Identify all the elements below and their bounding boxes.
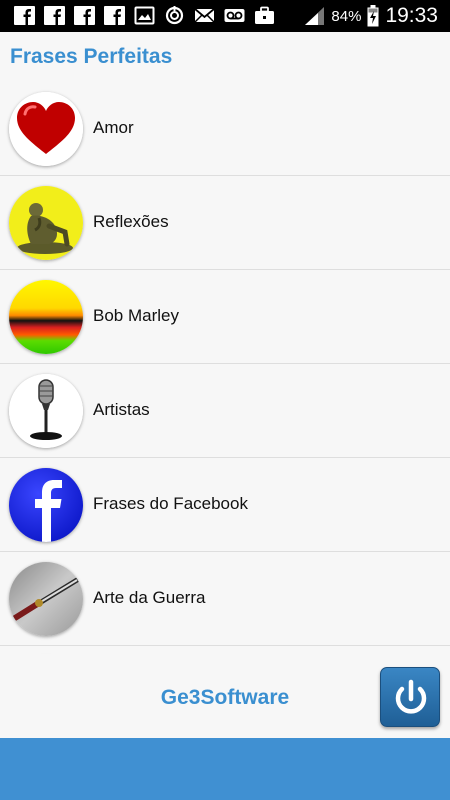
list-item-label: Bob Marley — [93, 306, 179, 325]
facebook-icon — [74, 6, 95, 25]
list-item-label: Amor — [93, 118, 134, 137]
microphone-icon — [9, 374, 83, 448]
voicemail-icon — [224, 6, 245, 25]
bottom-bar — [0, 738, 450, 800]
sword-icon — [9, 562, 83, 636]
facebook-icon — [104, 6, 125, 25]
list-item-label: Reflexões — [93, 212, 169, 231]
list-item-label: Arte da Guerra — [93, 588, 206, 607]
thinker-statue-icon — [9, 186, 83, 260]
list-item-reflexoes[interactable]: Reflexões — [0, 176, 450, 270]
heart-icon — [9, 92, 83, 166]
battery-percent: 84% — [331, 7, 362, 25]
category-list[interactable]: Amor Reflexões Bob Marley Artistas Frase… — [0, 82, 450, 654]
facebook-icon — [44, 6, 65, 25]
power-icon — [395, 679, 427, 714]
notification-icons — [14, 6, 275, 25]
signal-icon — [303, 6, 325, 26]
list-item-frases-do-facebook[interactable]: Frases do Facebook — [0, 458, 450, 552]
sync-icon — [164, 6, 185, 25]
status-indicators: 84% 19:33 — [303, 0, 438, 32]
list-item-label: Frases do Facebook — [93, 494, 248, 513]
briefcase-icon — [254, 6, 275, 25]
app-title: Frases Perfeitas — [10, 45, 173, 68]
facebook-icon — [14, 6, 35, 25]
facebook-logo-icon — [9, 468, 83, 542]
list-item-amor[interactable]: Amor — [0, 82, 450, 176]
list-item-artistas[interactable]: Artistas — [0, 364, 450, 458]
image-icon — [134, 6, 155, 25]
list-item-bob-marley[interactable]: Bob Marley — [0, 270, 450, 364]
mail-icon — [194, 6, 215, 25]
status-bar: 84% 19:33 — [0, 0, 450, 32]
battery-charging-icon — [367, 5, 379, 27]
rasta-flag-icon — [9, 280, 83, 354]
list-item-arte-da-guerra[interactable]: Arte da Guerra — [0, 552, 450, 646]
list-item-label: Artistas — [93, 400, 150, 419]
power-button[interactable] — [380, 667, 440, 727]
clock: 19:33 — [385, 4, 438, 27]
list-item-partial[interactable] — [0, 646, 450, 654]
app-bar: Frases Perfeitas — [0, 32, 450, 84]
